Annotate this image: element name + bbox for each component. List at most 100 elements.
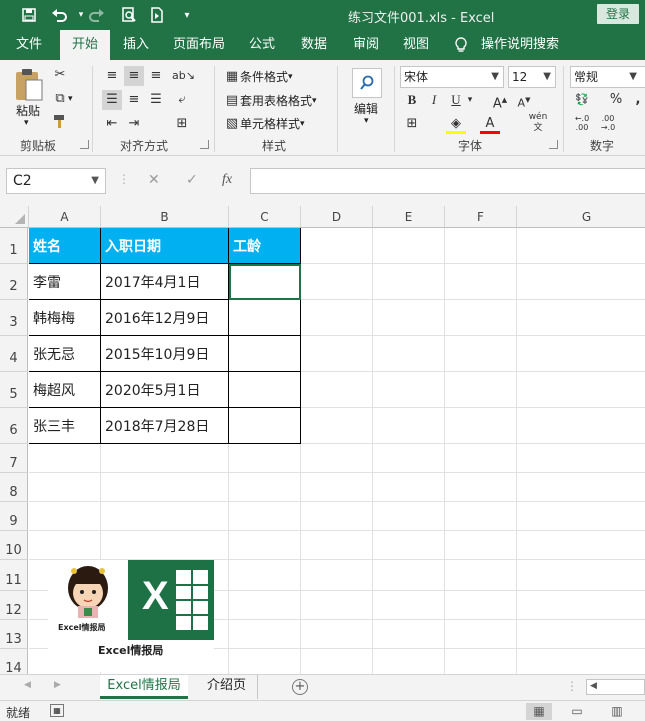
grid-cell[interactable] [445, 372, 517, 408]
grid-cell[interactable] [373, 300, 445, 336]
borders-icon[interactable]: ⊞ [402, 114, 422, 134]
grid-cell[interactable] [229, 531, 301, 560]
column-header[interactable]: G [517, 206, 645, 228]
grid-cell[interactable] [229, 444, 301, 473]
tab-file[interactable]: 文件 [6, 30, 52, 60]
grid-cell[interactable] [301, 264, 373, 300]
row-header[interactable]: 13 [0, 620, 28, 649]
grid-cell[interactable] [445, 502, 517, 531]
redo-icon[interactable] [86, 5, 108, 25]
table-cell[interactable] [229, 300, 301, 336]
table-cell[interactable]: 张三丰 [29, 408, 101, 444]
grid-cell[interactable] [373, 502, 445, 531]
touch-mode-icon[interactable] [146, 5, 168, 25]
grid-cell[interactable] [301, 620, 373, 649]
formula-input[interactable] [250, 168, 645, 194]
grid-cell[interactable] [373, 408, 445, 444]
print-preview-icon[interactable] [118, 5, 140, 25]
comma-button[interactable]: , [628, 90, 645, 110]
orientation-icon[interactable]: ab↘ [172, 66, 195, 86]
grid-cell[interactable] [445, 649, 517, 674]
grid-cell[interactable] [445, 336, 517, 372]
editing-button[interactable]: 编辑 [354, 100, 378, 117]
align-bottom-icon[interactable]: ≡ [146, 66, 166, 86]
tell-me-search[interactable]: 操作说明搜索 [478, 30, 562, 60]
grid-cell[interactable] [517, 408, 645, 444]
align-center-icon[interactable]: ≡ [124, 90, 144, 110]
row-header[interactable]: 3 [0, 300, 28, 336]
column-header[interactable]: C [229, 206, 301, 228]
grid-cell[interactable] [301, 408, 373, 444]
grid-cell[interactable] [445, 300, 517, 336]
align-middle-icon[interactable]: ≡ [124, 66, 144, 86]
grid-cell[interactable] [373, 372, 445, 408]
grid-cell[interactable] [517, 620, 645, 649]
grid-cell[interactable] [29, 531, 101, 560]
grid-cell[interactable] [517, 560, 645, 591]
tab-insert[interactable]: 插入 [114, 30, 158, 60]
grid-cell[interactable] [101, 531, 229, 560]
add-sheet-icon[interactable]: + [292, 679, 308, 695]
grid-cell[interactable] [229, 620, 301, 649]
row-header[interactable]: 9 [0, 502, 28, 531]
table-cell[interactable]: 梅超风 [29, 372, 101, 408]
grid-cell[interactable] [229, 560, 301, 591]
bold-button[interactable]: B [402, 90, 422, 110]
grid-cell[interactable] [373, 649, 445, 674]
row-header[interactable]: 10 [0, 531, 28, 560]
customize-qat-icon[interactable]: ▾ [176, 5, 198, 25]
underline-button[interactable]: U [446, 90, 466, 110]
grid-cell[interactable] [445, 473, 517, 502]
horizontal-scrollbar[interactable]: ◀ [586, 679, 645, 695]
sheet-tab-intro[interactable]: 介绍页 [196, 675, 258, 699]
increase-decimal-icon[interactable]: ←.0.00 [572, 114, 592, 134]
table-cell[interactable]: 2020年5月1日 [101, 372, 229, 408]
format-as-table-button[interactable]: ▤ 套用表格格式 ▾ [224, 92, 317, 109]
editing-dropdown-icon[interactable]: ▾ [364, 116, 369, 126]
insert-function-icon[interactable]: fx [222, 172, 232, 188]
grid-cell[interactable] [445, 264, 517, 300]
enter-icon[interactable]: ✓ [186, 172, 198, 188]
table-cell[interactable]: 韩梅梅 [29, 300, 101, 336]
grid-cell[interactable] [29, 502, 101, 531]
sheet-tab-excel[interactable]: Excel情报局 [100, 675, 188, 699]
grid-cell[interactable] [445, 620, 517, 649]
percent-button[interactable]: % [606, 90, 626, 110]
grid-cell[interactable] [301, 372, 373, 408]
grid-cell[interactable] [517, 228, 645, 264]
column-header[interactable]: D [301, 206, 373, 228]
selected-cell[interactable] [229, 264, 301, 300]
login-button[interactable]: 登录 [597, 4, 639, 24]
row-header[interactable]: 8 [0, 473, 28, 502]
grid-cell[interactable] [373, 473, 445, 502]
table-cell[interactable]: 李雷 [29, 264, 101, 300]
grid-cell[interactable] [301, 336, 373, 372]
accounting-format-icon[interactable]: 💱 [572, 90, 592, 110]
grid-cell[interactable] [517, 473, 645, 502]
phonetic-icon[interactable]: wén 文 [526, 112, 550, 133]
grid-cell[interactable] [373, 620, 445, 649]
grid-cell[interactable] [445, 444, 517, 473]
grid-cell[interactable] [101, 502, 229, 531]
grid-cell[interactable] [373, 444, 445, 473]
italic-button[interactable]: I [424, 90, 444, 110]
grid-cell[interactable] [445, 560, 517, 591]
grid-cell[interactable] [301, 531, 373, 560]
clipboard-launcher-icon[interactable] [80, 140, 89, 149]
number-format-select[interactable]: 常规 ▼ [570, 66, 645, 88]
row-header[interactable]: 12 [0, 591, 28, 620]
tab-view[interactable]: 视图 [394, 30, 438, 60]
tab-home[interactable]: 开始 [60, 30, 110, 60]
grid-cell[interactable] [29, 444, 101, 473]
grid-cell[interactable] [373, 336, 445, 372]
grid-cell[interactable] [301, 502, 373, 531]
grid-cell[interactable] [445, 228, 517, 264]
row-header[interactable]: 4 [0, 336, 28, 372]
grid-cell[interactable] [517, 264, 645, 300]
grid-cell[interactable] [229, 649, 301, 674]
increase-indent-icon[interactable]: ⇥ [124, 114, 144, 134]
merge-center-icon[interactable]: ⊞ [172, 114, 192, 134]
grid-cell[interactable] [517, 591, 645, 620]
grid-cell[interactable] [517, 649, 645, 674]
grid-cell[interactable] [229, 591, 301, 620]
